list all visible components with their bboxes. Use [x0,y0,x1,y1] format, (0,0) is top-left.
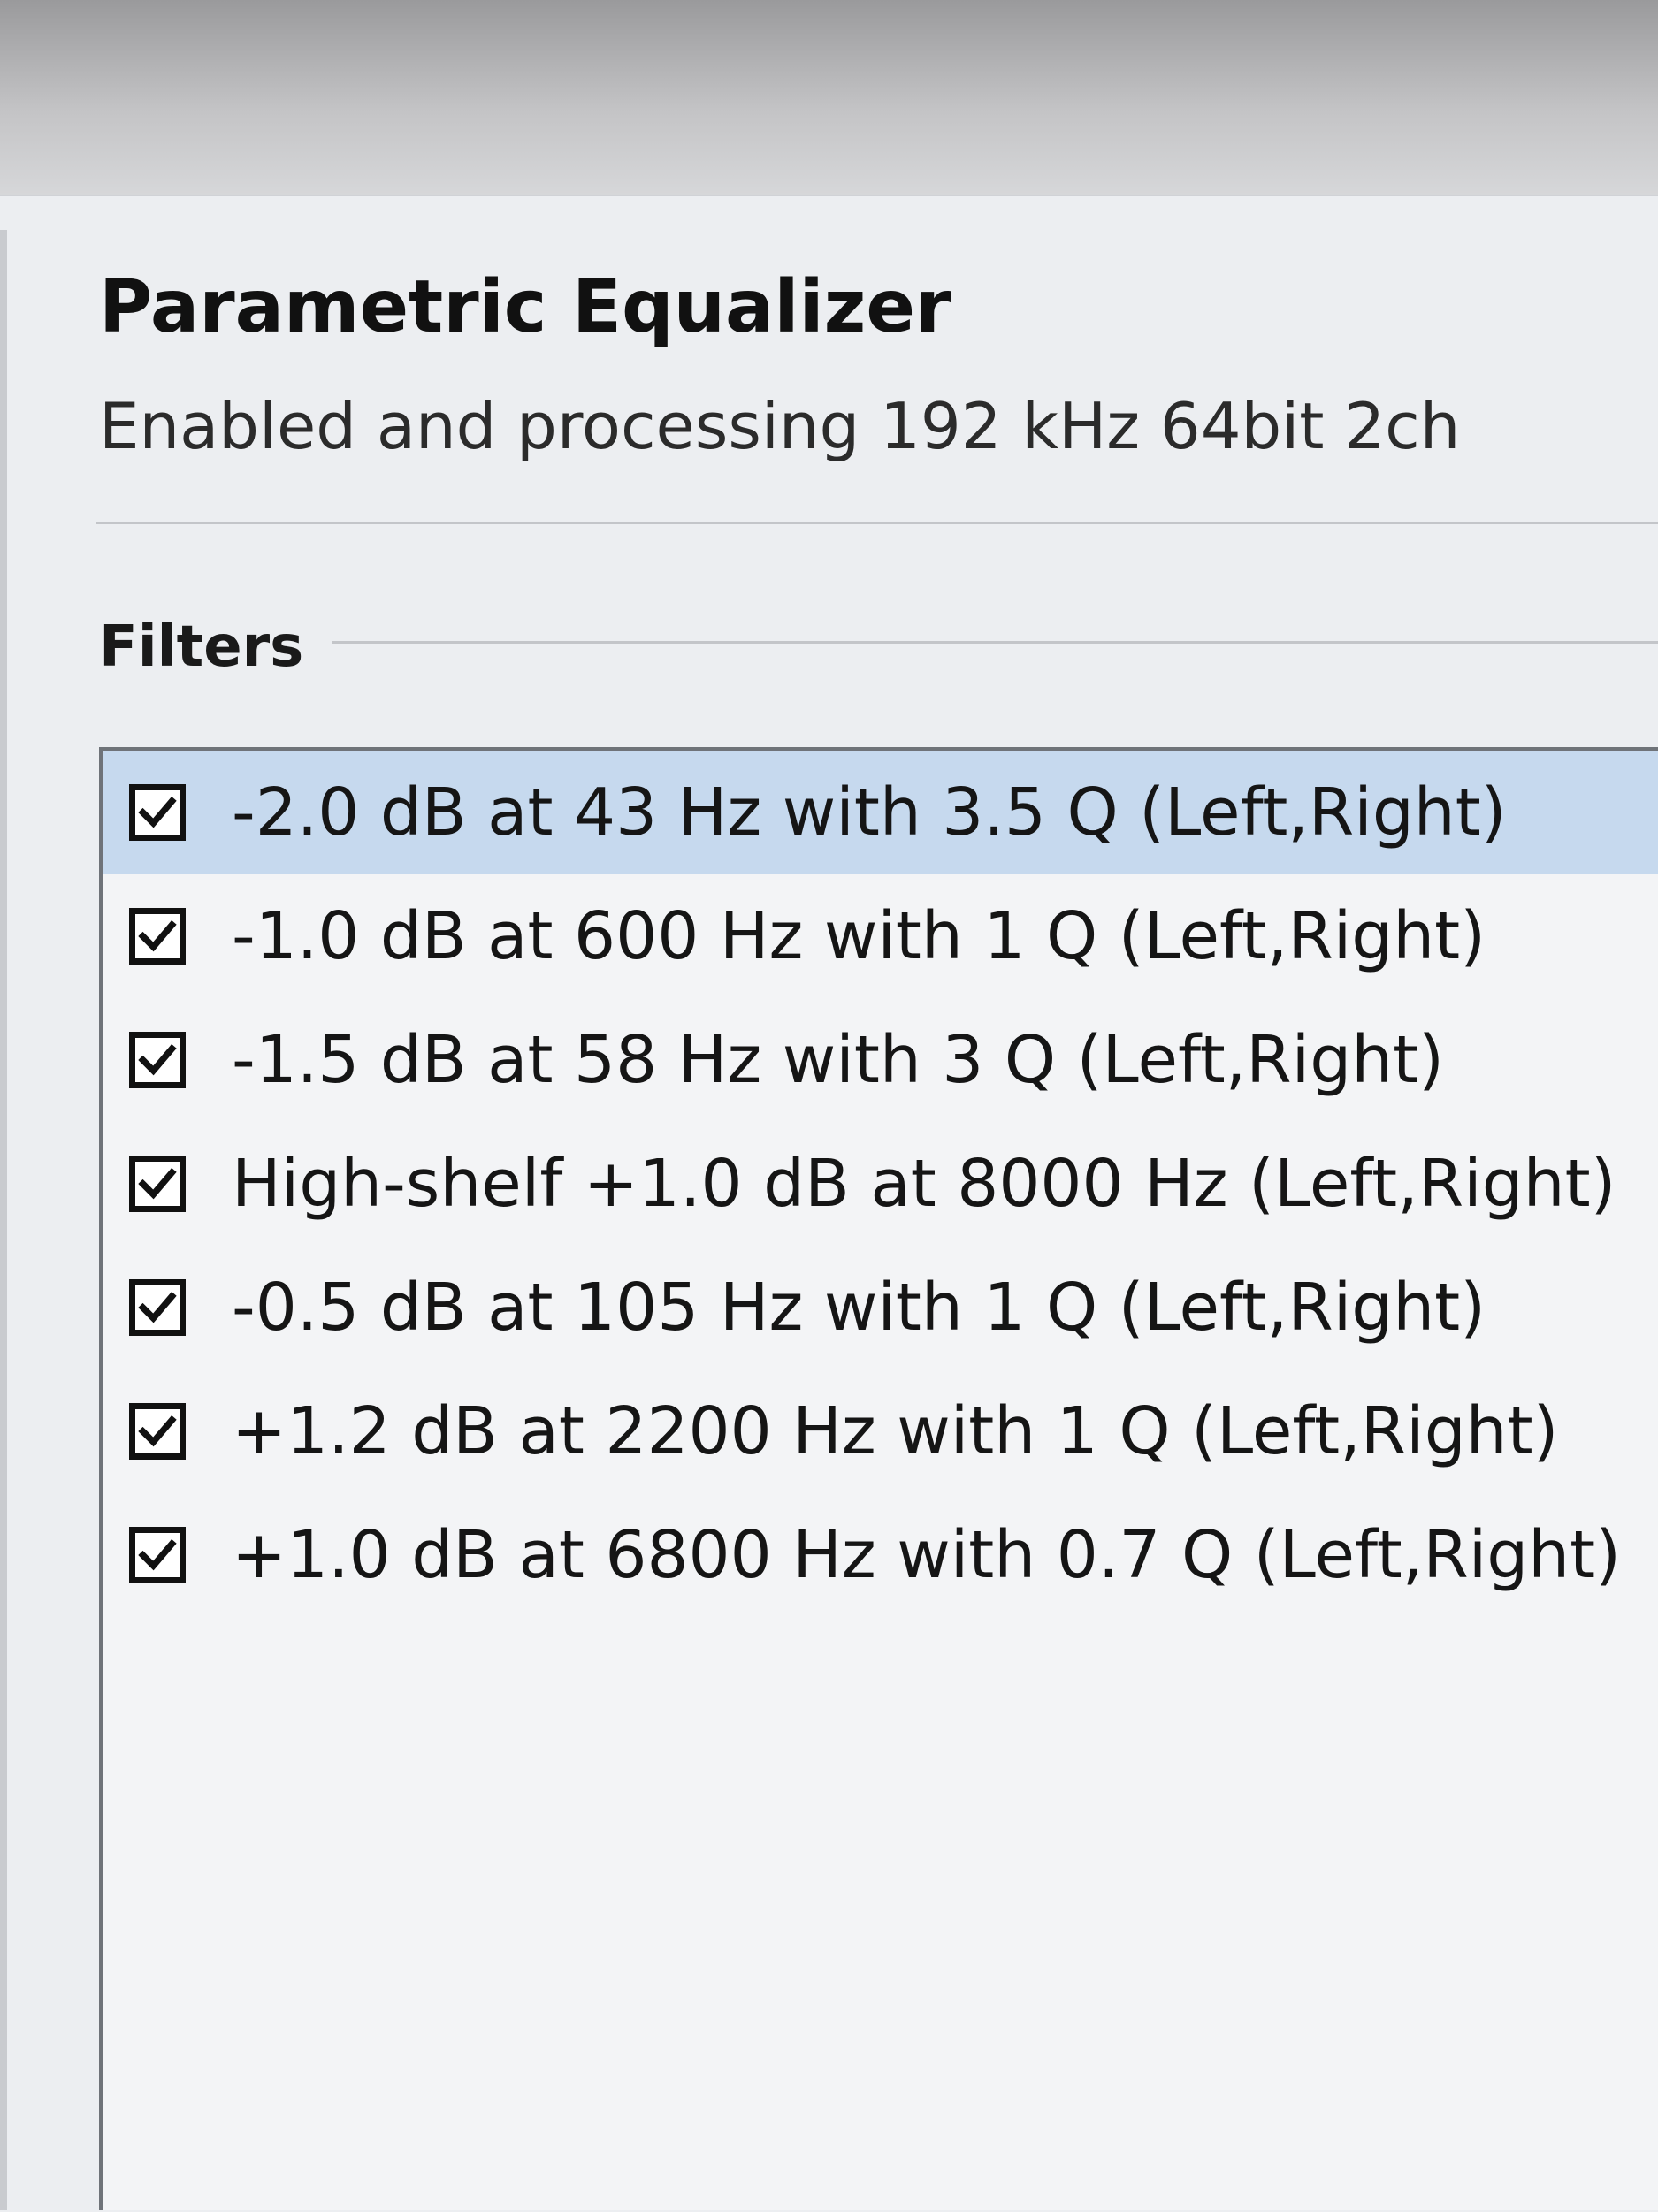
filter-row[interactable]: -1.0 dB at 600 Hz with 1 Q (Left,Right) [103,874,1658,998]
filters-group-label: Filters [99,614,304,680]
filter-label: -0.5 dB at 105 Hz with 1 Q (Left,Right) [232,1270,1486,1346]
filter-checkbox[interactable] [129,1403,186,1460]
filter-row[interactable]: -1.5 dB at 58 Hz with 3 Q (Left,Right) [103,998,1658,1122]
filter-row[interactable]: -2.0 dB at 43 Hz with 3.5 Q (Left,Right) [103,751,1658,874]
page-title: Parametric Equalizer [99,265,951,349]
filter-checkbox[interactable] [129,908,186,965]
checkmark-icon [138,1538,177,1571]
filter-row[interactable]: High-shelf +1.0 dB at 8000 Hz (Left,Righ… [103,1122,1658,1246]
filter-label: -2.0 dB at 43 Hz with 3.5 Q (Left,Right) [232,774,1507,850]
filters-list[interactable]: -2.0 dB at 43 Hz with 3.5 Q (Left,Right)… [99,747,1658,2210]
filter-row[interactable]: +1.2 dB at 2200 Hz with 1 Q (Left,Right) [103,1369,1658,1493]
checkmark-icon [138,796,177,828]
filter-label: +1.2 dB at 2200 Hz with 1 Q (Left,Right) [232,1393,1559,1469]
filter-checkbox[interactable] [129,1032,186,1088]
filters-group-rule [332,641,1658,644]
checkmark-icon [138,919,177,952]
filter-label: High-shelf +1.0 dB at 8000 Hz (Left,Righ… [232,1146,1616,1222]
filter-checkbox[interactable] [129,1527,186,1583]
filter-label: +1.0 dB at 6800 Hz with 0.7 Q (Left,Righ… [232,1517,1622,1593]
status-text: Enabled and processing 192 kHz 64bit 2ch [99,389,1461,463]
checkmark-icon [138,1167,177,1200]
checkmark-icon [138,1291,177,1323]
filter-checkbox[interactable] [129,784,186,841]
panel-left-edge [0,230,7,2210]
filter-row[interactable]: -0.5 dB at 105 Hz with 1 Q (Left,Right) [103,1246,1658,1369]
filter-row[interactable]: +1.0 dB at 6800 Hz with 0.7 Q (Left,Righ… [103,1493,1658,1617]
filter-checkbox[interactable] [129,1279,186,1336]
monitor-bezel [0,0,1658,203]
checkmark-icon [138,1415,177,1447]
filter-label: -1.5 dB at 58 Hz with 3 Q (Left,Right) [232,1022,1444,1098]
header-divider [96,522,1658,524]
checkmark-icon [138,1043,177,1076]
filter-label: -1.0 dB at 600 Hz with 1 Q (Left,Right) [232,898,1486,974]
filter-checkbox[interactable] [129,1156,186,1212]
